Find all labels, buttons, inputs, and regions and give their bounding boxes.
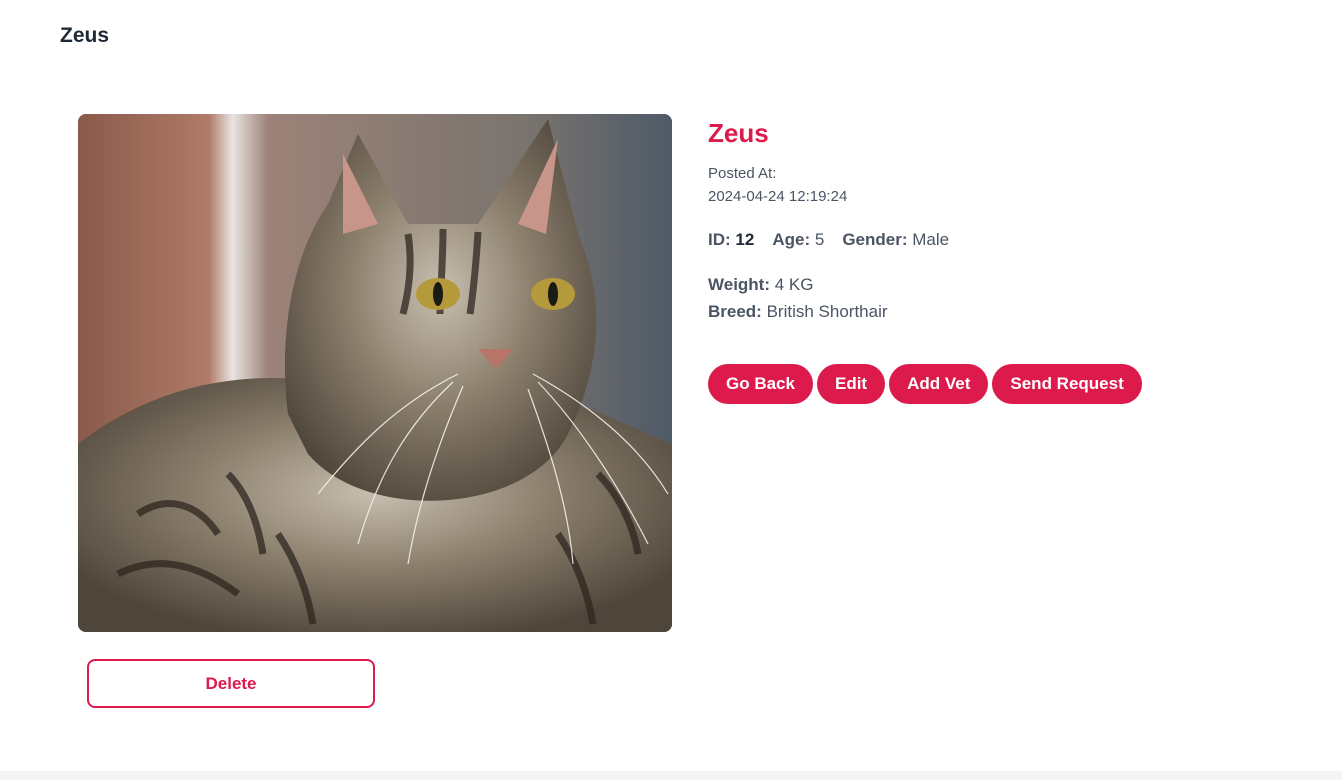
cat-image (78, 114, 672, 632)
footer-strip (0, 771, 1342, 780)
gender-stat: Gender: Male (842, 229, 949, 251)
posted-at-label: Posted At: (708, 165, 777, 182)
weight-value: 4 KG (774, 275, 814, 294)
edit-button[interactable]: Edit (816, 364, 886, 404)
go-back-button[interactable]: Go Back (708, 364, 813, 404)
age-value: 5 (814, 230, 825, 249)
add-vet-button[interactable]: Add Vet (889, 364, 989, 404)
weight-line: Weight: 4 KG (708, 274, 1308, 296)
breed-value: British Shorthair (766, 302, 888, 321)
breed-line: Breed: British Shorthair (708, 301, 1308, 323)
pet-photo (78, 114, 672, 632)
delete-button[interactable]: Delete (87, 659, 375, 708)
pet-name: Zeus (708, 118, 769, 148)
weight-label: Weight: (708, 275, 771, 294)
send-request-button[interactable]: Send Request (992, 364, 1142, 404)
breed-label: Breed: (708, 302, 762, 321)
stats-row: ID: 12 Age: 5 Gender: Male (708, 229, 1308, 251)
page-title: Zeus (60, 24, 110, 47)
gender-label: Gender: (842, 230, 908, 249)
id-label: ID: (708, 230, 731, 249)
posted-at-value: 2024-04-24 12:19:24 (708, 188, 848, 205)
age-label: Age: (772, 230, 811, 249)
id-stat: ID: 12 (708, 229, 754, 251)
pet-details-page: Zeus Delete Zeus Posted At: 2024-04-24 1… (0, 0, 1342, 780)
id-value: 12 (735, 230, 755, 249)
age-stat: Age: 5 (772, 229, 824, 251)
action-buttons: Go Back Edit Add Vet Send Request (708, 364, 1308, 404)
pet-details: Zeus Posted At: 2024-04-24 12:19:24 ID: … (708, 114, 1308, 404)
gender-value: Male (912, 230, 950, 249)
